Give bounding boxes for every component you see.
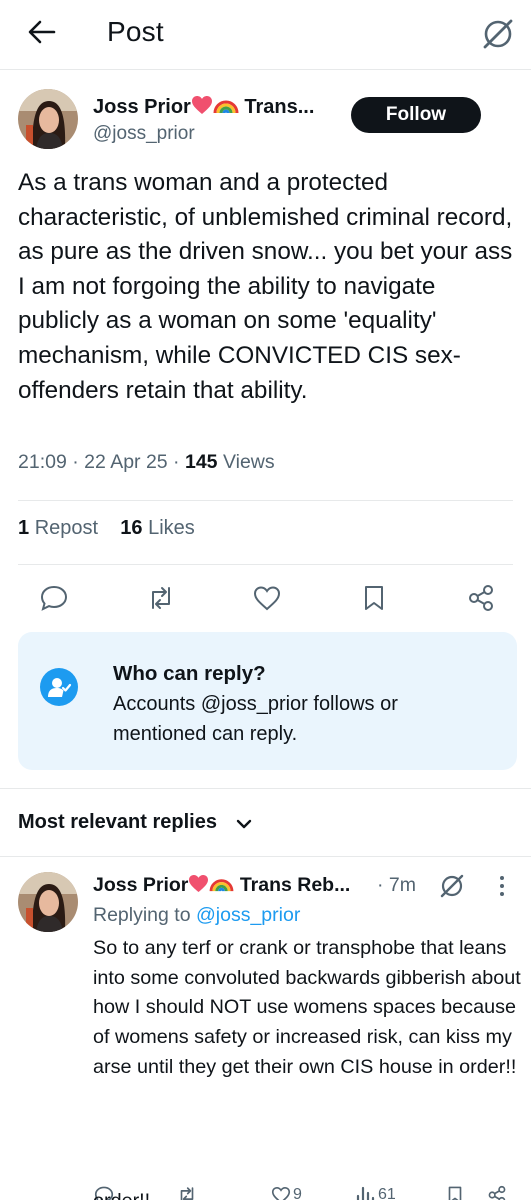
divider (0, 856, 531, 857)
back-arrow-icon[interactable] (26, 16, 58, 48)
reply-time: · 7m (377, 874, 416, 896)
chevron-down-icon[interactable] (234, 814, 254, 834)
post-stats: 1 Repost 16 Likes (18, 517, 195, 540)
divider (18, 564, 513, 565)
likes-count: 16 (120, 517, 143, 539)
like-icon[interactable] (270, 1184, 292, 1200)
author-name-row[interactable]: Joss Prior Trans... (93, 95, 314, 119)
post-text: As a trans woman and a protected charact… (18, 169, 513, 404)
bookmark-icon[interactable] (358, 582, 390, 614)
reply-author-name-suffix: Trans Reb... (239, 874, 351, 896)
heart-emoji-icon (191, 96, 213, 118)
divider (18, 500, 513, 501)
post-meta: 21:09 · 22 Apr 25 · 145 Views (18, 451, 275, 473)
avatar[interactable] (18, 89, 78, 149)
grok-icon[interactable] (480, 16, 516, 52)
replying-to: Replying to @joss_prior (93, 904, 300, 927)
reposts-label: Repost (34, 517, 99, 539)
reposts-stat[interactable]: 1 Repost (18, 517, 98, 539)
replies-sort-dropdown[interactable]: Most relevant replies (18, 811, 217, 834)
heart-emoji-icon (188, 874, 209, 896)
replying-prefix: Replying to (93, 904, 191, 926)
reply-views-count: 61 (378, 1186, 396, 1200)
share-icon[interactable] (465, 582, 497, 614)
person-check-icon (40, 668, 78, 706)
reply-avatar[interactable] (18, 872, 78, 932)
share-icon[interactable] (486, 1184, 508, 1200)
more-options-icon[interactable] (490, 874, 514, 898)
who-can-reply-box: Who can reply? Accounts @joss_prior foll… (18, 632, 517, 770)
top-bar: Post (0, 0, 531, 70)
bookmark-icon[interactable] (444, 1184, 466, 1200)
reposts-count: 1 (18, 517, 30, 539)
rainbow-emoji-icon (209, 874, 234, 896)
repost-icon[interactable] (176, 1184, 198, 1200)
like-icon[interactable] (251, 582, 283, 614)
views-count: 145 (184, 451, 218, 473)
reply-text: So to any terf or crank or transphobe th… (93, 937, 521, 1078)
post-date: 22 Apr 25 (84, 451, 168, 473)
page-title: Post (107, 16, 164, 47)
author-name-suffix: Trans... (244, 96, 315, 118)
follow-button[interactable]: Follow (351, 97, 481, 133)
repost-icon[interactable] (145, 582, 177, 614)
post-time: 21:09 (18, 451, 67, 473)
replying-to-handle[interactable]: @joss_prior (196, 904, 300, 926)
rainbow-emoji-icon (213, 96, 239, 118)
reply-likes-count: 9 (293, 1186, 302, 1200)
who-can-reply-title: Who can reply? (113, 662, 266, 685)
author-name: Joss Prior (93, 96, 191, 118)
views-label: Views (222, 451, 275, 473)
likes-stat[interactable]: 16 Likes (120, 517, 195, 539)
author-handle[interactable]: @joss_prior (93, 123, 195, 145)
likes-label: Likes (148, 517, 195, 539)
reply-icon[interactable] (38, 582, 70, 614)
reply-author-name: Joss Prior (93, 874, 189, 896)
reply-author-name-row[interactable]: Joss Prior Trans Reb... (93, 874, 350, 897)
who-can-reply-description: Accounts @joss_prior follows or mentione… (113, 693, 398, 745)
divider (0, 788, 531, 789)
grok-icon[interactable] (438, 872, 466, 900)
overflow-text: order!! (93, 1190, 150, 1200)
views-icon[interactable] (355, 1184, 377, 1200)
